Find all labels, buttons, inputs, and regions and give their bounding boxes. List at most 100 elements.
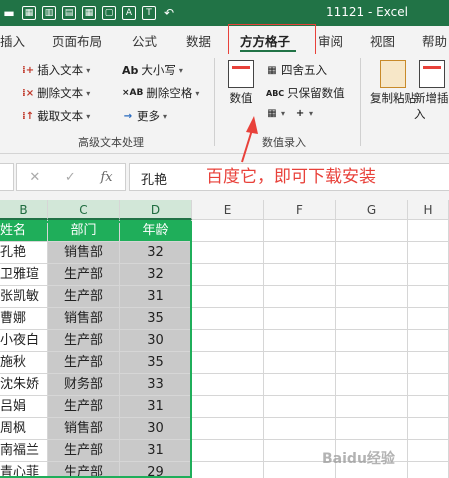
table-cell[interactable]: 30 bbox=[120, 418, 192, 440]
name-box[interactable] bbox=[0, 163, 14, 191]
empty-cell[interactable] bbox=[192, 352, 264, 374]
empty-cell[interactable] bbox=[192, 462, 264, 478]
table-cell[interactable]: 生产部 bbox=[48, 462, 120, 478]
table-cell[interactable]: 青心菲 bbox=[0, 462, 48, 478]
empty-cell[interactable] bbox=[336, 264, 408, 286]
empty-cell[interactable] bbox=[408, 352, 449, 374]
grid-icon[interactable]: ▦ bbox=[82, 6, 96, 20]
table-cell[interactable]: 施秋 bbox=[0, 352, 48, 374]
empty-cell[interactable] bbox=[408, 374, 449, 396]
empty-cell[interactable] bbox=[192, 374, 264, 396]
chart-icon[interactable]: ▥ bbox=[42, 6, 56, 20]
insert-text-button[interactable]: ⁞+ 插入文本 ▾ bbox=[22, 62, 90, 78]
empty-cell[interactable] bbox=[408, 396, 449, 418]
table-cell[interactable]: 销售部 bbox=[48, 308, 120, 330]
table-cell[interactable]: 周枫 bbox=[0, 418, 48, 440]
table-cell[interactable]: 32 bbox=[120, 264, 192, 286]
empty-cell[interactable] bbox=[408, 462, 449, 478]
empty-cell[interactable] bbox=[192, 418, 264, 440]
empty-cell[interactable] bbox=[408, 440, 449, 462]
delete-space-button[interactable]: ×AB 删除空格 ▾ bbox=[122, 85, 199, 101]
copy-paste-button[interactable]: 复制粘贴 bbox=[370, 60, 416, 106]
tab-help[interactable]: 帮助 bbox=[422, 31, 447, 50]
table-cell[interactable]: 生产部 bbox=[48, 330, 120, 352]
column-header-h[interactable]: H bbox=[408, 200, 449, 220]
empty-cell[interactable] bbox=[264, 264, 336, 286]
table-cell[interactable]: 销售部 bbox=[48, 418, 120, 440]
empty-cell[interactable] bbox=[408, 220, 449, 242]
case-button[interactable]: Ab 大小写 ▾ bbox=[122, 62, 183, 78]
grid-insert-button[interactable]: ▦ ▾ + ▾ bbox=[266, 108, 313, 119]
empty-cell[interactable] bbox=[192, 242, 264, 264]
empty-cell[interactable] bbox=[336, 418, 408, 440]
tab-formulas[interactable]: 公式 bbox=[132, 31, 157, 50]
empty-cell[interactable] bbox=[192, 396, 264, 418]
delete-text-button[interactable]: ⁞× 删除文本 ▾ bbox=[22, 85, 90, 101]
table-cell[interactable]: 小夜白 bbox=[0, 330, 48, 352]
confirm-icon[interactable]: ✓ bbox=[65, 170, 76, 185]
empty-cell[interactable] bbox=[408, 330, 449, 352]
cancel-icon[interactable]: ✕ bbox=[29, 170, 40, 185]
table-cell[interactable]: 南福兰 bbox=[0, 440, 48, 462]
empty-cell[interactable] bbox=[192, 330, 264, 352]
empty-cell[interactable] bbox=[408, 264, 449, 286]
function-icon[interactable]: fx bbox=[100, 170, 112, 185]
file-icon[interactable]: ▢ bbox=[102, 6, 116, 20]
column-header-f[interactable]: F bbox=[264, 200, 336, 220]
save-icon[interactable]: ▬ bbox=[2, 6, 16, 20]
empty-cell[interactable] bbox=[264, 374, 336, 396]
table-header-cell[interactable]: 部门 bbox=[48, 220, 120, 242]
table-cell[interactable]: 31 bbox=[120, 396, 192, 418]
empty-cell[interactable] bbox=[336, 220, 408, 242]
empty-cell[interactable] bbox=[264, 286, 336, 308]
keep-value-button[interactable]: ABC 只保留数值 bbox=[266, 85, 345, 101]
tab-review[interactable]: 审阅 bbox=[318, 31, 343, 50]
tab-data[interactable]: 数据 bbox=[186, 31, 211, 50]
table-cell[interactable]: 29 bbox=[120, 462, 192, 478]
table-cell[interactable]: 31 bbox=[120, 440, 192, 462]
empty-cell[interactable] bbox=[408, 308, 449, 330]
tab-page-layout[interactable]: 页面布局 bbox=[52, 31, 102, 50]
table-cell[interactable]: 张凯敏 bbox=[0, 286, 48, 308]
empty-cell[interactable] bbox=[336, 374, 408, 396]
empty-cell[interactable] bbox=[264, 396, 336, 418]
column-header-e[interactable]: E bbox=[192, 200, 264, 220]
undo-icon[interactable]: ↶ bbox=[162, 6, 176, 20]
calculator-icon[interactable]: ▤ bbox=[62, 6, 76, 20]
table-cell[interactable]: 30 bbox=[120, 330, 192, 352]
column-header-g[interactable]: G bbox=[336, 200, 408, 220]
table-cell[interactable]: 生产部 bbox=[48, 440, 120, 462]
numeric-button[interactable]: 数值 bbox=[228, 60, 254, 106]
table-cell[interactable]: 生产部 bbox=[48, 352, 120, 374]
empty-cell[interactable] bbox=[336, 352, 408, 374]
font-a-icon[interactable]: A bbox=[122, 6, 136, 20]
empty-cell[interactable] bbox=[264, 330, 336, 352]
empty-cell[interactable] bbox=[192, 220, 264, 242]
empty-cell[interactable] bbox=[336, 286, 408, 308]
empty-cell[interactable] bbox=[264, 352, 336, 374]
table-cell[interactable]: 35 bbox=[120, 352, 192, 374]
empty-cell[interactable] bbox=[192, 308, 264, 330]
table-cell[interactable]: 35 bbox=[120, 308, 192, 330]
empty-cell[interactable] bbox=[264, 418, 336, 440]
table-cell[interactable]: 卫雅瑄 bbox=[0, 264, 48, 286]
table-cell[interactable]: 33 bbox=[120, 374, 192, 396]
round-button[interactable]: ▦ 四舍五入 bbox=[266, 62, 327, 78]
table-cell[interactable]: 生产部 bbox=[48, 264, 120, 286]
more-button[interactable]: → 更多 ▾ bbox=[122, 108, 167, 124]
column-header-b[interactable]: B bbox=[0, 200, 48, 220]
table-cell[interactable]: 沈朱娇 bbox=[0, 374, 48, 396]
tab-view[interactable]: 视图 bbox=[370, 31, 395, 50]
table-cell[interactable]: 生产部 bbox=[48, 286, 120, 308]
cut-text-button[interactable]: ⁞↑ 截取文本 ▾ bbox=[22, 108, 90, 124]
empty-cell[interactable] bbox=[336, 308, 408, 330]
table-header-cell[interactable]: 年龄 bbox=[120, 220, 192, 242]
empty-cell[interactable] bbox=[408, 242, 449, 264]
table-icon[interactable]: ▦ bbox=[22, 6, 36, 20]
empty-cell[interactable] bbox=[264, 308, 336, 330]
empty-cell[interactable] bbox=[192, 440, 264, 462]
empty-cell[interactable] bbox=[192, 264, 264, 286]
table-cell[interactable]: 生产部 bbox=[48, 396, 120, 418]
empty-cell[interactable] bbox=[336, 330, 408, 352]
column-header-c[interactable]: C bbox=[48, 200, 120, 220]
